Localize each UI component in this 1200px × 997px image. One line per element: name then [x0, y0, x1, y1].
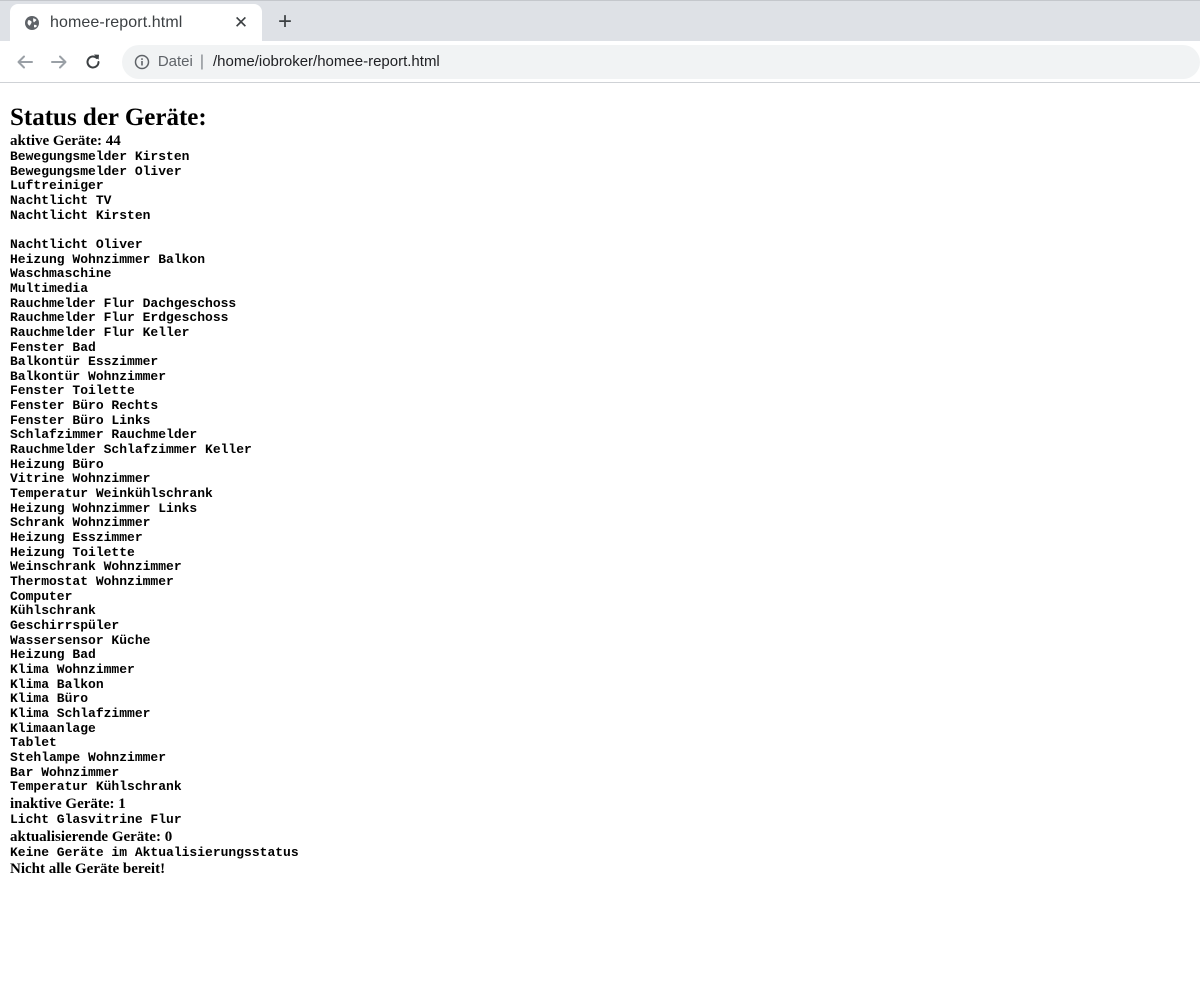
device-item: Luftreiniger — [10, 178, 104, 194]
device-item: Rauchmelder Flur Keller — [10, 324, 190, 340]
device-item: Heizung Büro — [10, 456, 104, 472]
device-item: Bewegungsmelder Kirsten — [10, 149, 190, 164]
back-button[interactable] — [8, 45, 42, 79]
active-devices-header: aktive Geräte: 44 — [10, 133, 121, 149]
device-item: Heizung Toilette — [10, 544, 135, 560]
address-scheme: Datei — [157, 53, 193, 70]
inactive-devices-header: inaktive Geräte: 1 — [10, 795, 126, 812]
device-item: Heizung Wohnzimmer Balkon — [10, 251, 206, 267]
device-item: Klima Balkon — [10, 676, 104, 692]
device-item: Bar Wohnzimmer — [10, 764, 120, 780]
device-item: Bewegungsmelder Oliver — [10, 163, 182, 179]
final-status-message: Nicht alle Geräte bereit! — [10, 861, 166, 878]
reload-icon — [86, 54, 100, 68]
device-item: Schlafzimmer Rauchmelder — [10, 427, 198, 443]
device-item: Heizung Bad — [10, 647, 96, 663]
device-item: Thermostat Wohnzimmer — [10, 574, 174, 590]
device-item: Rauchmelder Flur Erdgeschoss — [10, 310, 229, 326]
device-item: Fenster Bad — [10, 339, 96, 355]
device-item: Balkontür Esszimmer — [10, 354, 159, 370]
device-item: Fenster Büro Rechts — [10, 398, 159, 414]
device-item: Fenster Büro Links — [10, 412, 151, 428]
device-item: Geschirrspüler — [10, 617, 120, 633]
device-item: Licht Glasvitrine Flur — [10, 811, 182, 827]
browser-tab[interactable]: homee-report.html ✕ — [10, 4, 262, 41]
device-item: Fenster Toilette — [10, 383, 135, 399]
device-item: Vitrine Wohnzimmer — [10, 471, 151, 487]
tab-strip: homee-report.html ✕ + — [0, 0, 1200, 41]
device-item: Temperatur Weinkühlschrank — [10, 486, 213, 502]
device-item: Klima Büro — [10, 691, 89, 707]
device-item: Balkontür Wohnzimmer — [10, 368, 167, 384]
device-item: Klimaanlage — [10, 720, 96, 736]
new-tab-button[interactable]: + — [271, 8, 299, 36]
device-item: Klima Schlafzimmer — [10, 705, 151, 721]
device-item: Wassersensor Küche — [10, 632, 151, 648]
address-bar[interactable]: Datei | /home/iobroker/homee-report.html — [121, 44, 1200, 79]
device-item: Waschmaschine — [10, 266, 112, 282]
address-url[interactable]: /home/iobroker/homee-report.html — [213, 53, 440, 70]
device-item: Heizung Esszimmer — [10, 530, 143, 546]
device-item: Computer — [10, 588, 73, 604]
tab-title: homee-report.html — [50, 13, 183, 31]
close-tab-icon[interactable]: ✕ — [230, 12, 252, 34]
device-item: Nachtlicht TV — [10, 192, 112, 208]
browser-toolbar: Datei | /home/iobroker/homee-report.html — [0, 41, 1200, 83]
device-item: Klima Wohnzimmer — [10, 661, 135, 677]
address-separator: | — [199, 52, 204, 70]
device-item: Multimedia — [10, 280, 89, 296]
device-item: Nachtlicht Kirsten — [10, 207, 151, 223]
device-item: Kühlschrank — [10, 603, 96, 619]
page-title: Status der Geräte: — [10, 104, 207, 131]
device-item: Rauchmelder Flur Dachgeschoss — [10, 295, 237, 311]
device-item: Weinschrank Wohnzimmer — [10, 559, 182, 575]
updating-devices-text: Keine Geräte im Aktualisierungsstatus — [10, 844, 299, 860]
device-item: Stehlampe Wohnzimmer — [10, 749, 167, 765]
reload-button[interactable] — [76, 45, 110, 79]
device-item: Schrank Wohnzimmer — [10, 515, 151, 531]
globe-icon — [25, 15, 39, 30]
device-item: Temperatur Kühlschrank — [10, 779, 182, 795]
device-item: Rauchmelder Schlafzimmer Keller — [10, 442, 252, 458]
inactive-devices-list: Licht Glasvitrine Flur — [10, 811, 1190, 828]
forward-button[interactable] — [42, 45, 76, 79]
arrow-right-icon — [50, 55, 67, 68]
active-devices-list: Bewegungsmelder Kirsten Bewegungsmelder O… — [10, 149, 1190, 795]
page-content: Status der Geräte: aktive Geräte: 44 Bew… — [0, 103, 1200, 878]
device-item: Heizung Wohnzimmer Links — [10, 500, 198, 516]
arrow-left-icon — [17, 55, 33, 68]
updating-devices-header: aktualisierende Geräte: 0 — [10, 828, 173, 845]
info-icon[interactable] — [134, 54, 150, 70]
device-item: Nachtlicht Oliver — [10, 236, 143, 252]
device-item: Tablet — [10, 735, 57, 751]
